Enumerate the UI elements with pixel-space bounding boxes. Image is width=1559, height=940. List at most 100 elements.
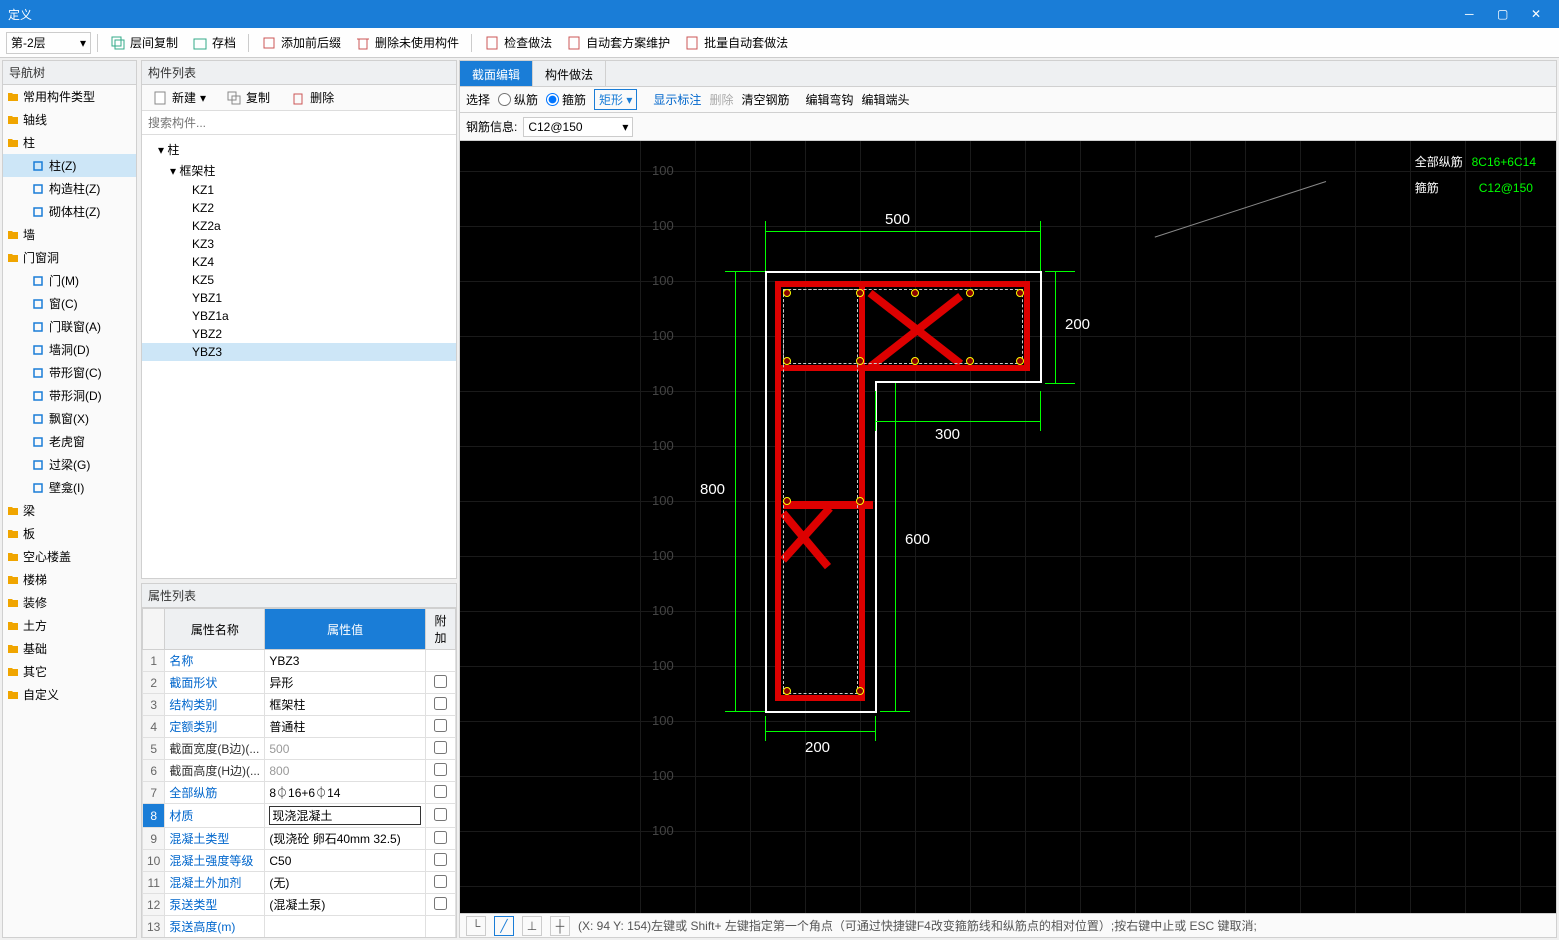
nav-sub-item[interactable]: 门(M) xyxy=(3,269,136,292)
copy-button[interactable]: 复制 xyxy=(220,86,276,109)
tab-methods[interactable]: 构件做法 xyxy=(533,61,606,86)
nav-sub-item[interactable]: 老虎窗 xyxy=(3,430,136,453)
nav-item[interactable]: 其它 xyxy=(3,660,136,683)
tree-item[interactable]: YBZ2 xyxy=(142,325,456,343)
edit-hook-button[interactable]: 编辑弯钩 xyxy=(805,91,853,108)
nav-sub-item[interactable]: 过梁(G) xyxy=(3,453,136,476)
shape-select[interactable]: 矩形 ▾ xyxy=(594,89,637,110)
prop-check[interactable] xyxy=(434,785,447,798)
maximize-icon[interactable]: ▢ xyxy=(1488,7,1518,21)
nav-item[interactable]: 梁 xyxy=(3,499,136,522)
prop-row[interactable]: 13泵送高度(m) xyxy=(143,916,456,938)
chevron-down-icon: ▾ xyxy=(200,91,206,105)
new-label: 新建 xyxy=(172,89,196,106)
nav-item[interactable]: 轴线 xyxy=(3,108,136,131)
nav-item[interactable]: 板 xyxy=(3,522,136,545)
nav-sub-item[interactable]: 壁龛(I) xyxy=(3,476,136,499)
prop-check[interactable] xyxy=(434,719,447,732)
prop-check[interactable] xyxy=(434,697,447,710)
nav-item[interactable]: 墙 xyxy=(3,223,136,246)
clear-rebar-button[interactable]: 清空钢筋 xyxy=(741,91,789,108)
nav-sub-item[interactable]: 门联窗(A) xyxy=(3,315,136,338)
tree-item[interactable]: KZ1 xyxy=(142,181,456,199)
nav-sub-item[interactable]: 飘窗(X) xyxy=(3,407,136,430)
prop-row[interactable]: 2截面形状异形 xyxy=(143,672,456,694)
snap-icon-1[interactable]: └ xyxy=(466,916,486,936)
prop-check[interactable] xyxy=(434,675,447,688)
nav-item[interactable]: 空心楼盖 xyxy=(3,545,136,568)
nav-item[interactable]: 装修 xyxy=(3,591,136,614)
close-icon[interactable]: ✕ xyxy=(1521,7,1551,21)
snap-icon-3[interactable]: ⊥ xyxy=(522,916,542,936)
prop-row[interactable]: 8材质现浇混凝土 xyxy=(143,804,456,828)
edit-end-button[interactable]: 编辑端头 xyxy=(861,91,909,108)
tree-item[interactable]: ▾ 框架柱 xyxy=(142,160,456,181)
search-input[interactable] xyxy=(142,111,456,134)
prop-row[interactable]: 4定额类别普通柱 xyxy=(143,716,456,738)
tree-item[interactable]: KZ2 xyxy=(142,199,456,217)
prop-row[interactable]: 11混凝土外加剂(无) xyxy=(143,872,456,894)
prop-row[interactable]: 6截面高度(H边)(...800 xyxy=(143,760,456,782)
prop-check[interactable] xyxy=(434,808,447,821)
copy-between-floors-button[interactable]: 层间复制 xyxy=(104,31,184,54)
section-canvas[interactable]: 100100100100100100100100100100100100100全… xyxy=(460,141,1556,913)
nav-sub-item[interactable]: 砌体柱(Z) xyxy=(3,200,136,223)
tree-item[interactable]: YBZ1a xyxy=(142,307,456,325)
archive-button[interactable]: 存档 xyxy=(186,31,242,54)
new-button[interactable]: 新建 ▾ xyxy=(146,86,212,109)
prop-row[interactable]: 7全部纵筋8⏀16+6⏀14 xyxy=(143,782,456,804)
nav-sub-item[interactable]: 构造柱(Z) xyxy=(3,177,136,200)
nav-item[interactable]: 常用构件类型 xyxy=(3,85,136,108)
snap-icon-2[interactable]: ╱ xyxy=(494,916,514,936)
prop-row[interactable]: 10混凝土强度等级C50 xyxy=(143,850,456,872)
nav-sub-item[interactable]: 窗(C) xyxy=(3,292,136,315)
delete-disabled: 删除 xyxy=(709,91,733,108)
radio-stirrup[interactable]: 箍筋 xyxy=(546,91,586,108)
check-button[interactable]: 检查做法 xyxy=(478,31,558,54)
rebar-info-field[interactable]: C12@150▾ xyxy=(523,117,633,137)
delete-button[interactable]: 删除 xyxy=(284,86,340,109)
tree-item[interactable]: KZ4 xyxy=(142,253,456,271)
batch-auto-button[interactable]: 批量自动套做法 xyxy=(678,31,794,54)
nav-sub-item[interactable]: 墙洞(D) xyxy=(3,338,136,361)
nav-item[interactable]: 楼梯 xyxy=(3,568,136,591)
show-annotation-button[interactable]: 显示标注 xyxy=(653,91,701,108)
prefix-button[interactable]: 添加前后缀 xyxy=(255,31,347,54)
nav-item[interactable]: 土方 xyxy=(3,614,136,637)
prop-row[interactable]: 5截面宽度(B边)(...500 xyxy=(143,738,456,760)
prop-check[interactable] xyxy=(434,875,447,888)
tree-item[interactable]: KZ5 xyxy=(142,271,456,289)
prop-check[interactable] xyxy=(434,853,447,866)
select-label: 选择 xyxy=(466,91,490,108)
tree-item[interactable]: YBZ1 xyxy=(142,289,456,307)
tree-item[interactable]: KZ2a xyxy=(142,217,456,235)
prop-row[interactable]: 12泵送类型(混凝土泵) xyxy=(143,894,456,916)
tab-section-edit[interactable]: 截面编辑 xyxy=(460,61,533,86)
prop-row[interactable]: 3结构类别框架柱 xyxy=(143,694,456,716)
r1-label: 纵筋 xyxy=(514,91,538,108)
radio-longitudinal[interactable]: 纵筋 xyxy=(498,91,538,108)
prop-check[interactable] xyxy=(434,831,447,844)
nav-sub-item[interactable]: 带形窗(C) xyxy=(3,361,136,384)
nav-item[interactable]: 基础 xyxy=(3,637,136,660)
delete-unused-button[interactable]: 删除未使用构件 xyxy=(349,31,465,54)
nav-item[interactable]: 门窗洞 xyxy=(3,246,136,269)
tree-item[interactable]: KZ3 xyxy=(142,235,456,253)
nav-sub-item[interactable]: 带形洞(D) xyxy=(3,384,136,407)
minimize-icon[interactable]: ─ xyxy=(1454,7,1484,21)
prop-check[interactable] xyxy=(434,897,447,910)
auto-scheme-button[interactable]: 自动套方案维护 xyxy=(560,31,676,54)
window-title: 定义 xyxy=(8,6,1454,23)
tree-item[interactable]: YBZ3 xyxy=(142,343,456,361)
snap-icon-4[interactable]: ┼ xyxy=(550,916,570,936)
prop-check[interactable] xyxy=(434,763,447,776)
tree-item[interactable]: ▾ 柱 xyxy=(142,139,456,160)
prefix-label: 添加前后缀 xyxy=(281,34,341,51)
prop-row[interactable]: 1名称YBZ3 xyxy=(143,650,456,672)
floor-select[interactable]: 第-2层▾ xyxy=(6,32,91,54)
prop-row[interactable]: 9混凝土类型(现浇砼 卵石40mm 32.5) xyxy=(143,828,456,850)
nav-sub-item[interactable]: 柱(Z) xyxy=(3,154,136,177)
prop-check[interactable] xyxy=(434,741,447,754)
nav-item[interactable]: 自定义 xyxy=(3,683,136,706)
nav-item[interactable]: 柱 xyxy=(3,131,136,154)
